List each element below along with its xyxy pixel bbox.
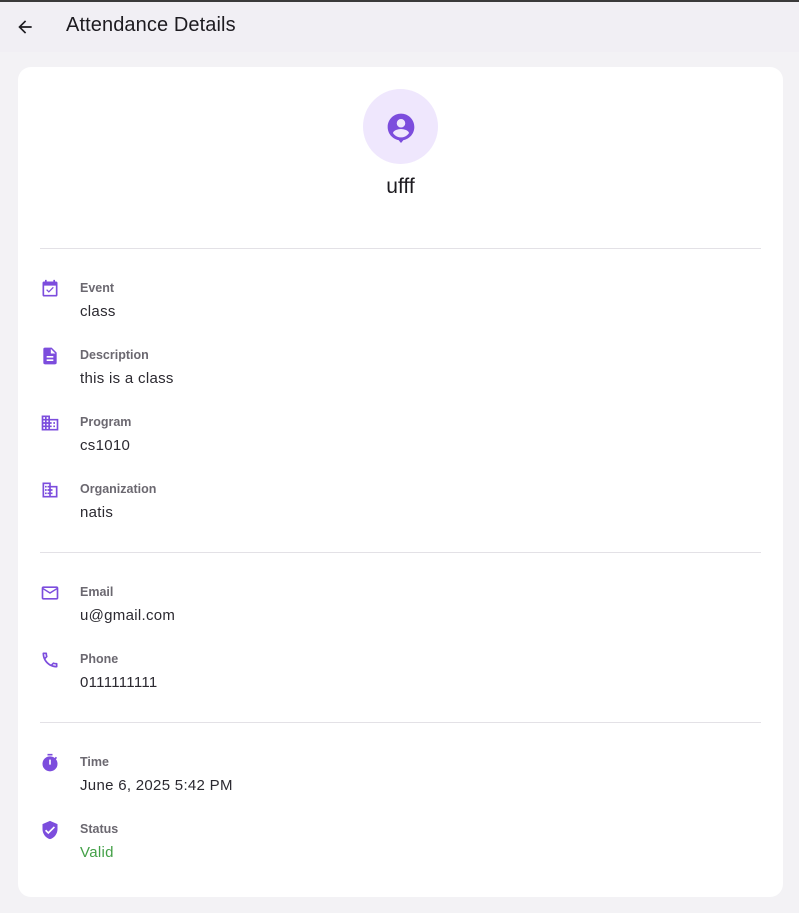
building-icon [40,413,60,433]
phone-icon [40,650,60,670]
organization-label: Organization [80,482,157,496]
description-value: this is a class [80,370,174,387]
mail-icon [40,583,60,603]
attendance-card: ufff Event class Description this is a c… [18,67,783,897]
detail-row-status: Status Valid [40,820,740,870]
person-pin-icon [385,111,417,143]
event-value: class [80,303,116,320]
divider [40,552,761,553]
detail-row-time: Time June 6, 2025 5:42 PM [40,753,740,803]
attendee-name: ufff [386,175,415,198]
status-badge: Valid [80,844,114,861]
email-value: u@gmail.com [80,607,176,624]
avatar [363,89,438,164]
event-label: Event [80,281,115,295]
time-value: June 6, 2025 5:42 PM [80,777,233,794]
divider [40,248,761,249]
divider [40,722,761,723]
detail-row-event: Event class [40,279,740,329]
phone-label: Phone [80,652,119,666]
app-bar: Attendance Details [0,2,799,52]
back-button[interactable] [9,11,41,43]
verified-shield-icon [40,820,60,840]
corporate-icon [40,480,60,500]
status-label: Status [80,822,119,836]
detail-row-phone: Phone 0111111111 [40,650,740,700]
detail-row-description: Description this is a class [40,346,740,396]
page-title: Attendance Details [66,14,236,36]
timer-icon [40,753,60,773]
phone-value: 0111111111 [80,674,158,691]
time-label: Time [80,755,109,769]
arrow-back-icon [15,17,35,37]
organization-value: natis [80,504,114,521]
detail-row-program: Program cs1010 [40,413,740,463]
program-label: Program [80,415,132,429]
program-value: cs1010 [80,437,131,454]
detail-row-organization: Organization natis [40,480,740,530]
email-label: Email [80,585,114,599]
document-icon [40,346,60,366]
description-label: Description [80,348,149,362]
detail-row-email: Email u@gmail.com [40,583,740,633]
calendar-check-icon [40,279,60,299]
